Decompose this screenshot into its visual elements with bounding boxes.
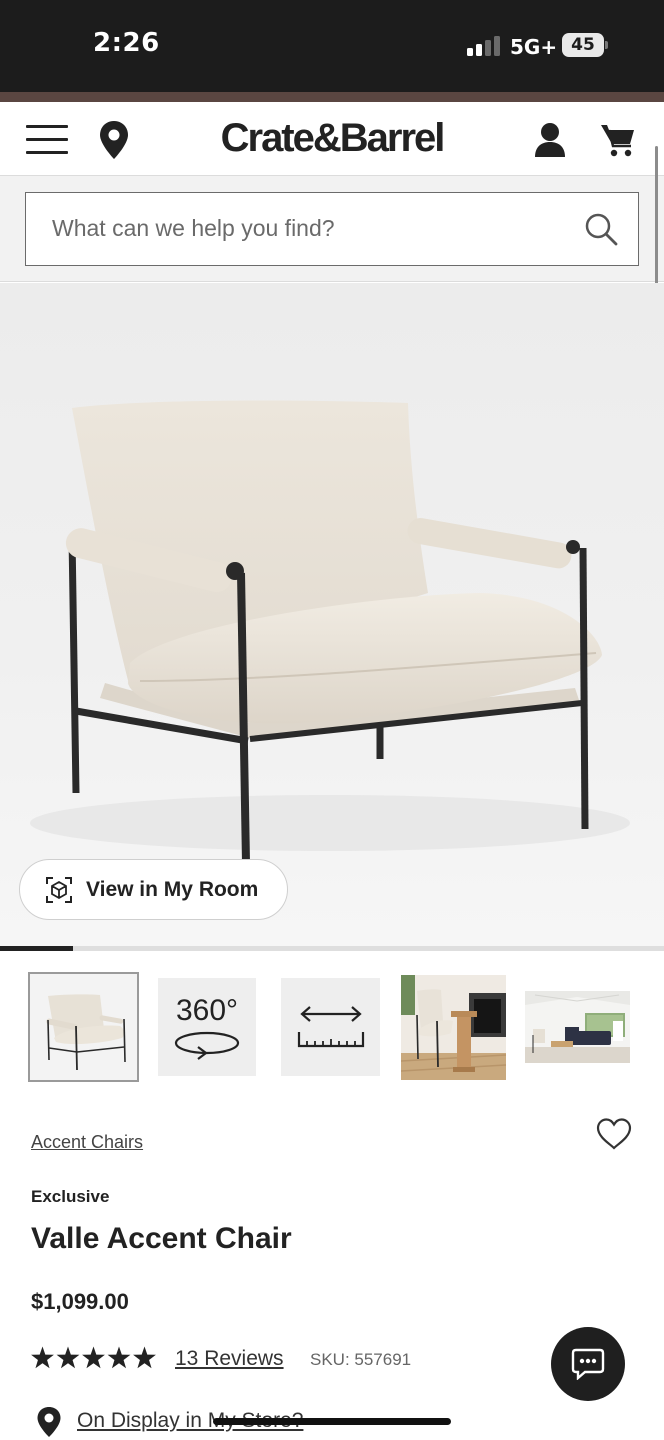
accent-strip bbox=[0, 92, 664, 102]
home-indicator[interactable] bbox=[213, 1418, 451, 1425]
star-icon bbox=[56, 1346, 80, 1369]
chat-bubble-icon bbox=[571, 1348, 605, 1381]
ar-cube-icon bbox=[45, 876, 73, 904]
chair-illustration bbox=[30, 400, 630, 864]
product-title: Valle Accent Chair bbox=[31, 1222, 292, 1255]
product-price: $1,099.00 bbox=[31, 1289, 129, 1314]
status-time: 2:26 bbox=[93, 28, 160, 58]
status-bar: 2:26 5G+ 45 bbox=[0, 0, 664, 92]
heart-icon[interactable] bbox=[596, 1118, 632, 1150]
battery-cap bbox=[605, 41, 608, 49]
thumbnail-room-photo-living[interactable] bbox=[525, 991, 630, 1063]
product-hero-image[interactable]: View in My Room bbox=[0, 283, 664, 947]
star-rating[interactable] bbox=[31, 1346, 159, 1370]
rotate-icon bbox=[174, 1031, 240, 1060]
network-type: 5G+ bbox=[510, 35, 558, 59]
thumbnail-360-label: 360° bbox=[175, 994, 239, 1027]
chat-button[interactable] bbox=[551, 1327, 625, 1401]
site-header: Crate&Barrel bbox=[0, 102, 664, 176]
gallery-progress-fill bbox=[0, 946, 74, 951]
view-in-my-room-label: View in My Room bbox=[86, 878, 259, 901]
cart-icon[interactable] bbox=[600, 122, 636, 158]
exclusive-badge: Exclusive bbox=[31, 1187, 110, 1206]
search-box bbox=[25, 192, 639, 266]
search-icon[interactable] bbox=[584, 212, 618, 246]
thumbnail-dimensions[interactable] bbox=[281, 978, 380, 1076]
sku-text: SKU: 557691 bbox=[310, 1350, 412, 1369]
cellular-signal-icon bbox=[467, 34, 503, 56]
star-icon bbox=[82, 1346, 105, 1369]
view-in-my-room-button[interactable]: View in My Room bbox=[19, 859, 288, 920]
search-input[interactable] bbox=[26, 193, 566, 264]
gallery-progress-bar bbox=[0, 946, 664, 951]
store-location-icon bbox=[36, 1406, 62, 1438]
category-breadcrumb-link[interactable]: Accent Chairs bbox=[31, 1132, 143, 1153]
reviews-link[interactable]: 13 Reviews bbox=[175, 1347, 284, 1371]
search-area bbox=[0, 176, 664, 282]
dimensions-ruler-icon bbox=[297, 1006, 365, 1048]
battery-icon: 45 bbox=[562, 33, 604, 57]
star-icon bbox=[133, 1346, 156, 1369]
thumbnail-room-photo-dining[interactable] bbox=[401, 975, 506, 1080]
thumbnail-360-view[interactable]: 360° bbox=[158, 978, 256, 1076]
star-icon bbox=[31, 1346, 54, 1369]
page-scrollbar[interactable] bbox=[655, 146, 658, 294]
star-icon bbox=[107, 1346, 131, 1369]
account-icon[interactable] bbox=[533, 122, 567, 158]
thumbnail-product-photo[interactable] bbox=[28, 972, 139, 1082]
